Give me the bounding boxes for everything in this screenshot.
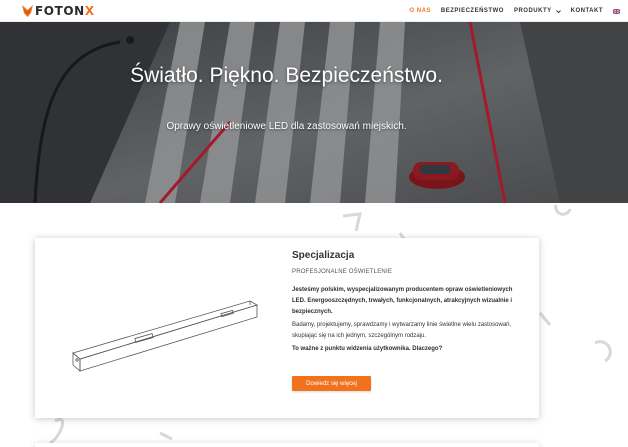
card-title: Specjalizacja xyxy=(292,250,355,261)
card-paragraph-3: To ważne z punktu widzenia użytkownika. … xyxy=(292,346,443,352)
nav-item-produkty[interactable]: PRODUKTY xyxy=(514,8,561,14)
card-text: Specjalizacja PROFESJONALNE OŚWIETLENIE … xyxy=(292,250,522,355)
uk-flag-icon[interactable] xyxy=(613,8,620,14)
hero-title: Światło. Piękno. Bezpieczeństwo. xyxy=(130,64,443,87)
content-section: Specjalizacja PROFESJONALNE OŚWIETLENIE … xyxy=(0,203,628,447)
nav-label: KONTAKT xyxy=(570,8,603,14)
hero-section: Światło. Piękno. Bezpieczeństwo. Oprawy … xyxy=(0,22,628,203)
nav-label: BEZPIECZEŃSTWO xyxy=(440,8,504,14)
main-nav: O NAS BEZPIECZEŃSTWO PRODUKTY KONTAKT xyxy=(399,0,620,22)
hero-subtitle: Oprawy oświetleniowe LED dla zastosowań … xyxy=(166,121,407,132)
fox-logo-icon xyxy=(22,5,33,17)
nav-label: PRODUKTY xyxy=(513,8,552,14)
nav-item-o-nas[interactable]: O NAS xyxy=(409,8,431,14)
learn-more-button[interactable]: Dowiedz się więcej xyxy=(292,376,371,391)
chevron-down-icon xyxy=(555,9,561,13)
card-paragraph-2: Badamy, projektujemy, sprawdzamy i wytwa… xyxy=(292,322,512,339)
nav-label: O NAS xyxy=(409,8,431,14)
nav-item-kontakt[interactable]: KONTAKT xyxy=(571,8,603,14)
led-linear-luminaire-image xyxy=(72,300,259,372)
next-card xyxy=(35,443,539,447)
hero-background-street-image xyxy=(0,22,628,203)
specialization-card: Specjalizacja PROFESJONALNE OŚWIETLENIE … xyxy=(35,238,539,418)
card-paragraph-1: Jesteśmy polskim, wyspecjalizowanym prod… xyxy=(292,287,513,315)
site-header: FOTONX O NAS BEZPIECZEŃSTWO PRODUKTY KON… xyxy=(0,0,628,22)
nav-item-bezpieczenstwo[interactable]: BEZPIECZEŃSTWO xyxy=(441,8,504,14)
card-subtitle: PROFESJONALNE OŚWIETLENIE xyxy=(292,269,393,275)
logo-text: FOTONX xyxy=(35,4,95,18)
logo[interactable]: FOTONX xyxy=(22,4,95,18)
